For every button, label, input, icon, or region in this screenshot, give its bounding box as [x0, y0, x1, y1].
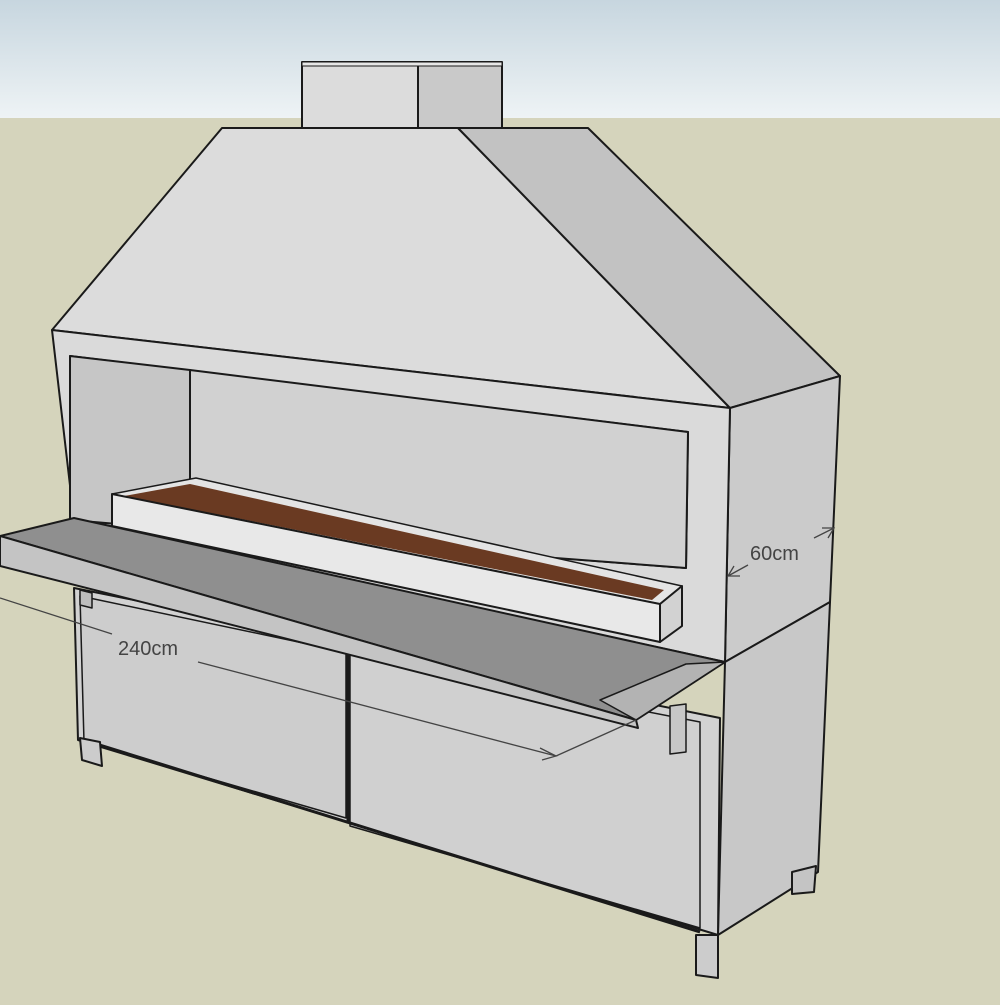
depth-dimension-label: 60cm	[750, 543, 799, 565]
chimney-side-face	[417, 61, 503, 131]
bracket-left	[79, 589, 93, 609]
bracket-right	[669, 703, 687, 755]
chimney-top-face	[301, 61, 503, 67]
leg-front-right	[695, 934, 719, 979]
barbecue-model-drawing: 240cm 60cm	[0, 0, 1000, 1000]
chimney	[301, 61, 503, 131]
leg-back-right	[791, 865, 817, 895]
chimney-front-face	[301, 61, 419, 131]
sketchup-viewport: 240cm 60cm	[0, 0, 1000, 1000]
width-dimension-label: 240cm	[118, 638, 178, 660]
